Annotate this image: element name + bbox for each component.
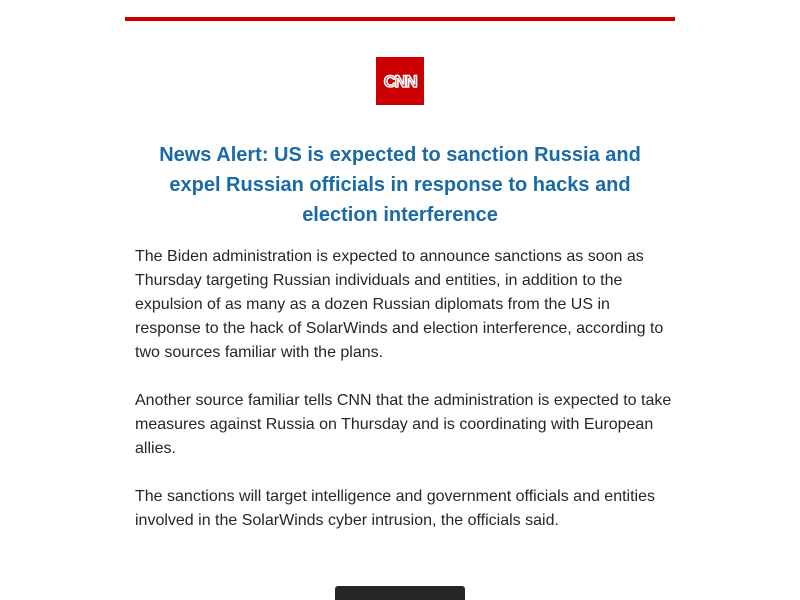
cnn-logo-icon[interactable]: CNN [376, 57, 424, 105]
cnn-logo-text: CNN [384, 72, 418, 91]
alert-headline: News Alert: US is expected to sanction R… [159, 144, 641, 226]
body-paragraph: The Biden administration is expected to … [135, 248, 664, 361]
read-more-button[interactable] [335, 586, 465, 600]
alert-body: The Biden administration is expected to … [135, 245, 675, 557]
body-paragraph: Another source familiar tells CNN that t… [135, 392, 672, 457]
top-brand-rule [125, 17, 675, 21]
cnn-logo-mark: CNN [383, 71, 420, 92]
body-paragraph: The sanctions will target intelligence a… [135, 488, 655, 529]
email-message: CNN News Alert: US is expected to sancti… [0, 0, 800, 600]
